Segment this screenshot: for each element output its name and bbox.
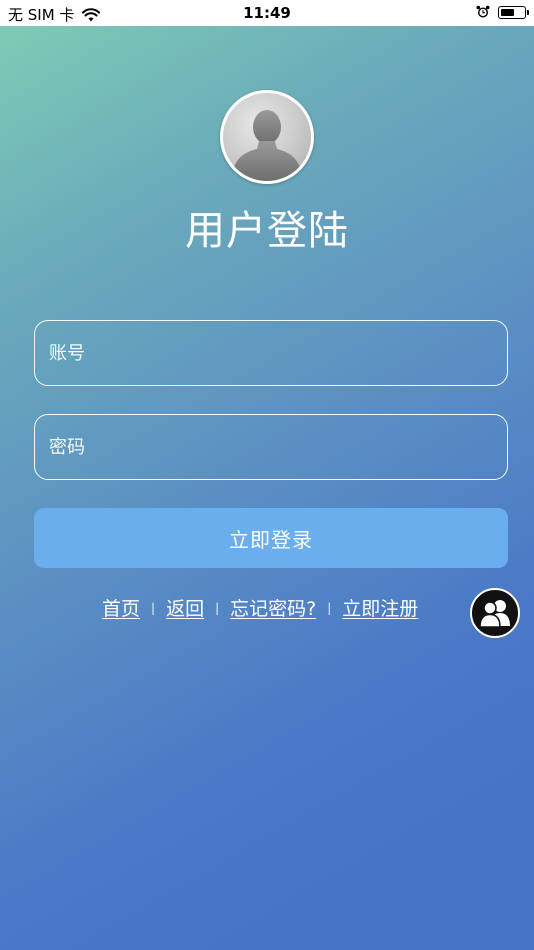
- page-title: 用户登陆: [185, 208, 349, 254]
- link-separator: |: [215, 600, 220, 615]
- users-icon: [479, 600, 510, 628]
- account-input[interactable]: [34, 320, 508, 386]
- status-bar: 无 SIM 卡 11:49: [0, 0, 534, 26]
- link-separator: |: [327, 600, 332, 615]
- status-right: [476, 5, 529, 19]
- login-screen: 用户登陆 立即登录 首页 | 返回 | 忘记密码? | 立即注册: [0, 26, 534, 950]
- home-link[interactable]: 首页: [102, 594, 140, 621]
- footer-links: 首页 | 返回 | 忘记密码? | 立即注册: [102, 594, 418, 621]
- battery-icon: [498, 5, 529, 19]
- forgot-password-link[interactable]: 忘记密码?: [230, 594, 316, 621]
- login-button[interactable]: 立即登录: [34, 508, 508, 568]
- user-avatar: [220, 90, 314, 184]
- floating-users-button[interactable]: [470, 588, 520, 638]
- user-silhouette-icon: [231, 110, 303, 181]
- alarm-icon: [476, 5, 490, 18]
- status-time: 11:49: [243, 4, 291, 22]
- link-separator: |: [151, 600, 156, 615]
- back-link[interactable]: 返回: [166, 594, 204, 621]
- register-link[interactable]: 立即注册: [342, 594, 418, 621]
- password-input[interactable]: [34, 414, 508, 480]
